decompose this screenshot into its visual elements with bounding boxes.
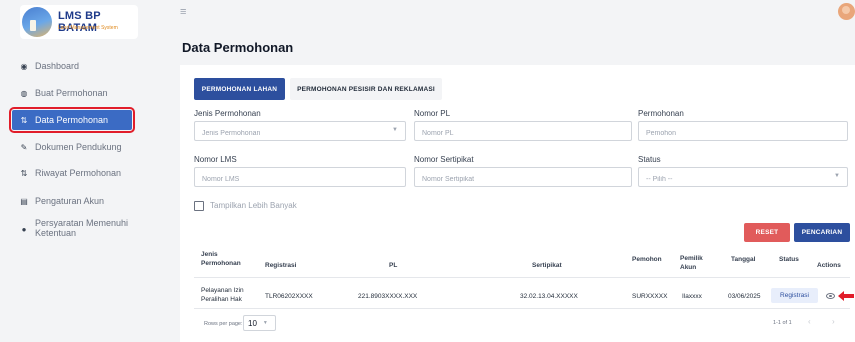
sidebar: LMS BP BATAM Land Management System ◉ Da… [0, 0, 142, 342]
pemohon-field[interactable] [638, 121, 848, 143]
show-more-label[interactable]: Tampilkan Lebih Banyak [210, 201, 297, 210]
sidebar-item-label: Dashboard [35, 61, 80, 71]
user-avatar[interactable] [838, 3, 855, 20]
search-button[interactable]: PENCARIAN [794, 223, 850, 242]
red-arrow-icon [838, 291, 854, 301]
table-divider [194, 308, 850, 309]
sidebar-item-label: Buat Permohonan [35, 88, 108, 98]
cell-sertipikat: 32.02.13.04.XXXXX [520, 293, 578, 300]
chevron-left-icon[interactable]: ‹ [808, 317, 811, 326]
nomor-pl-field[interactable] [414, 121, 632, 143]
column-header-pl[interactable]: PL [389, 261, 397, 270]
column-header-registrasi[interactable]: Registrasi [265, 261, 296, 270]
sidebar-item-label: Dokumen Pendukung [35, 142, 122, 152]
brand-subtitle: Land Management System [58, 25, 118, 31]
column-header-text: Permohonan [201, 260, 241, 267]
column-header-actions: Actions [817, 262, 841, 269]
jenis-permohonan-select[interactable]: ▼ [194, 121, 406, 143]
globe-icon: ◍ [20, 88, 28, 98]
status-input[interactable] [639, 170, 847, 189]
column-header-pemilik-akun[interactable]: Pemilik Akun [680, 254, 703, 272]
cell-jenis: Pelayanan Izin Peralihan Hak [201, 286, 244, 304]
sidebar-item-dokumen-pendukung[interactable]: ✎ Dokumen Pendukung [12, 141, 132, 153]
nomor-lms-field[interactable] [194, 167, 406, 189]
sidebar-item-label: Pengaturan Akun [35, 196, 105, 206]
column-header-text: Pemilik [680, 255, 703, 262]
sidebar-item-buat-permohonan[interactable]: ◍ Buat Permohonan [12, 87, 132, 99]
sidebar-item-data-permohonan[interactable]: ⇅ Data Permohonan [9, 107, 135, 133]
pemohon-label: Permohonan [638, 109, 684, 118]
brand-mark-icon [22, 7, 52, 37]
sidebar-item-label-group: Persyaratan Memenuhi Ketentuan [35, 218, 128, 238]
nomor-pl-label: Nomor PL [414, 109, 451, 118]
rows-per-page-label: Rows per page: [204, 321, 243, 327]
column-header-tanggal[interactable]: Tanggal [731, 255, 755, 264]
sidebar-item-persyaratan[interactable]: ● Persyaratan Memenuhi Ketentuan [12, 218, 132, 240]
nomor-lms-label: Nomor LMS [194, 155, 237, 164]
cell-pemohon: SURXXXXX [632, 293, 668, 300]
column-header-sertipikat[interactable]: Sertipikat [532, 261, 562, 270]
tab-permohonan-pesisir[interactable]: PERMOHONAN PESISIR DAN REKLAMASI [290, 78, 442, 100]
chevron-down-icon: ▼ [262, 320, 268, 326]
status-label: Status [638, 155, 661, 164]
cell-tanggal: 03/06/2025 [728, 293, 761, 300]
menu-toggle-icon[interactable]: ≡ [180, 6, 186, 18]
history-icon: ⇅ [20, 168, 28, 178]
sidebar-item-label: Riwayat Permohonan [35, 168, 122, 178]
sidebar-item-label: Persyaratan Memenuhi [35, 218, 129, 228]
eye-icon[interactable] [826, 293, 835, 299]
column-header-status[interactable]: Status [779, 255, 799, 264]
pencil-icon: ✎ [20, 142, 28, 152]
nomor-sertipikat-label: Nomor Sertipikat [414, 155, 474, 164]
dashboard-icon: ◉ [20, 61, 28, 71]
status-badge: Registrasi [771, 288, 818, 303]
nomor-sertipikat-input[interactable] [415, 170, 631, 189]
info-icon: ● [21, 224, 27, 234]
nomor-pl-input[interactable] [415, 124, 631, 143]
brand-logo[interactable]: LMS BP BATAM Land Management System [20, 5, 138, 39]
column-header-pemohon[interactable]: Pemohon [632, 255, 662, 264]
cell-registrasi: TLR06202XXXX [265, 293, 313, 300]
page-title: Data Permohonan [182, 40, 294, 55]
jenis-permohonan-input[interactable] [195, 124, 405, 143]
settings-icon: ▤ [20, 196, 28, 206]
cell-pl: 221.8903XXXX.XXX [358, 293, 418, 300]
nomor-lms-input[interactable] [195, 170, 405, 189]
status-select[interactable]: ▼ [638, 167, 848, 189]
sidebar-item-dashboard[interactable]: ◉ Dashboard [12, 60, 132, 72]
sidebar-item-riwayat-permohonan[interactable]: ⇅ Riwayat Permohonan [12, 167, 132, 179]
sync-icon: ⇅ [20, 115, 28, 125]
column-header-jenis[interactable]: Jenis Permohonan [201, 250, 241, 268]
cell-text: Peralihan Hak [201, 296, 242, 303]
tab-permohonan-lahan[interactable]: PERMOHONAN LAHAN [194, 78, 285, 100]
jenis-permohonan-label: Jenis Permohonan [194, 109, 261, 118]
sidebar-item-label: Ketentuan [35, 228, 77, 238]
rows-per-page-select[interactable]: 10 ▼ [243, 315, 276, 331]
column-header-text: Jenis [201, 251, 218, 258]
nomor-sertipikat-field[interactable] [414, 167, 632, 189]
reset-button[interactable]: RESET [744, 223, 790, 242]
cell-pemilik: Ilaxxxx [682, 293, 702, 300]
sidebar-item-pengaturan-akun[interactable]: ▤ Pengaturan Akun [12, 195, 132, 207]
column-header-text: Akun [680, 264, 697, 271]
pemohon-input[interactable] [639, 124, 847, 143]
cell-text: Pelayanan Izin [201, 287, 244, 294]
main-card: PERMOHONAN LAHAN PERMOHONAN PESISIR DAN … [180, 65, 855, 342]
table-divider [194, 277, 850, 278]
rows-per-page-value: 10 [248, 318, 257, 328]
chevron-right-icon[interactable]: › [832, 317, 835, 326]
sidebar-item-label: Data Permohonan [35, 115, 109, 125]
pagination-range: 1-1 of 1 [773, 320, 792, 326]
show-more-checkbox[interactable] [194, 201, 204, 211]
